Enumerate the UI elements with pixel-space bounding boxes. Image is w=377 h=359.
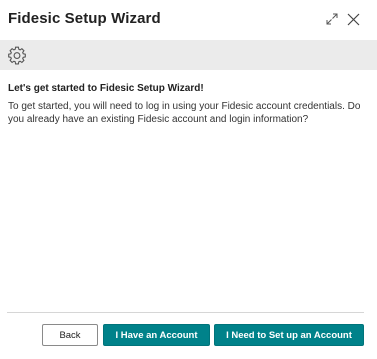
expand-icon (326, 13, 338, 25)
wizard-heading: Let's get started to Fidesic Setup Wizar… (8, 83, 204, 94)
action-toolbar (0, 40, 377, 70)
close-button[interactable] (344, 10, 362, 28)
back-button[interactable]: Back (42, 324, 98, 346)
setup-wizard-dialog: Fidesic Setup Wizard Let's get started t… (0, 0, 377, 359)
have-account-button[interactable]: I Have an Account (103, 324, 210, 346)
wizard-description: To get started, you will need to log in … (8, 101, 361, 125)
gear-icon[interactable] (7, 45, 27, 65)
dialog-title: Fidesic Setup Wizard (8, 10, 161, 27)
close-icon (347, 13, 359, 25)
wizard-content: Let's get started to Fidesic Setup Wizar… (8, 82, 370, 126)
need-setup-account-button[interactable]: I Need to Set up an Account (214, 324, 364, 346)
dialog-title-bar: Fidesic Setup Wizard (0, 0, 377, 40)
footer-divider (7, 312, 364, 313)
expand-button[interactable] (323, 10, 341, 28)
